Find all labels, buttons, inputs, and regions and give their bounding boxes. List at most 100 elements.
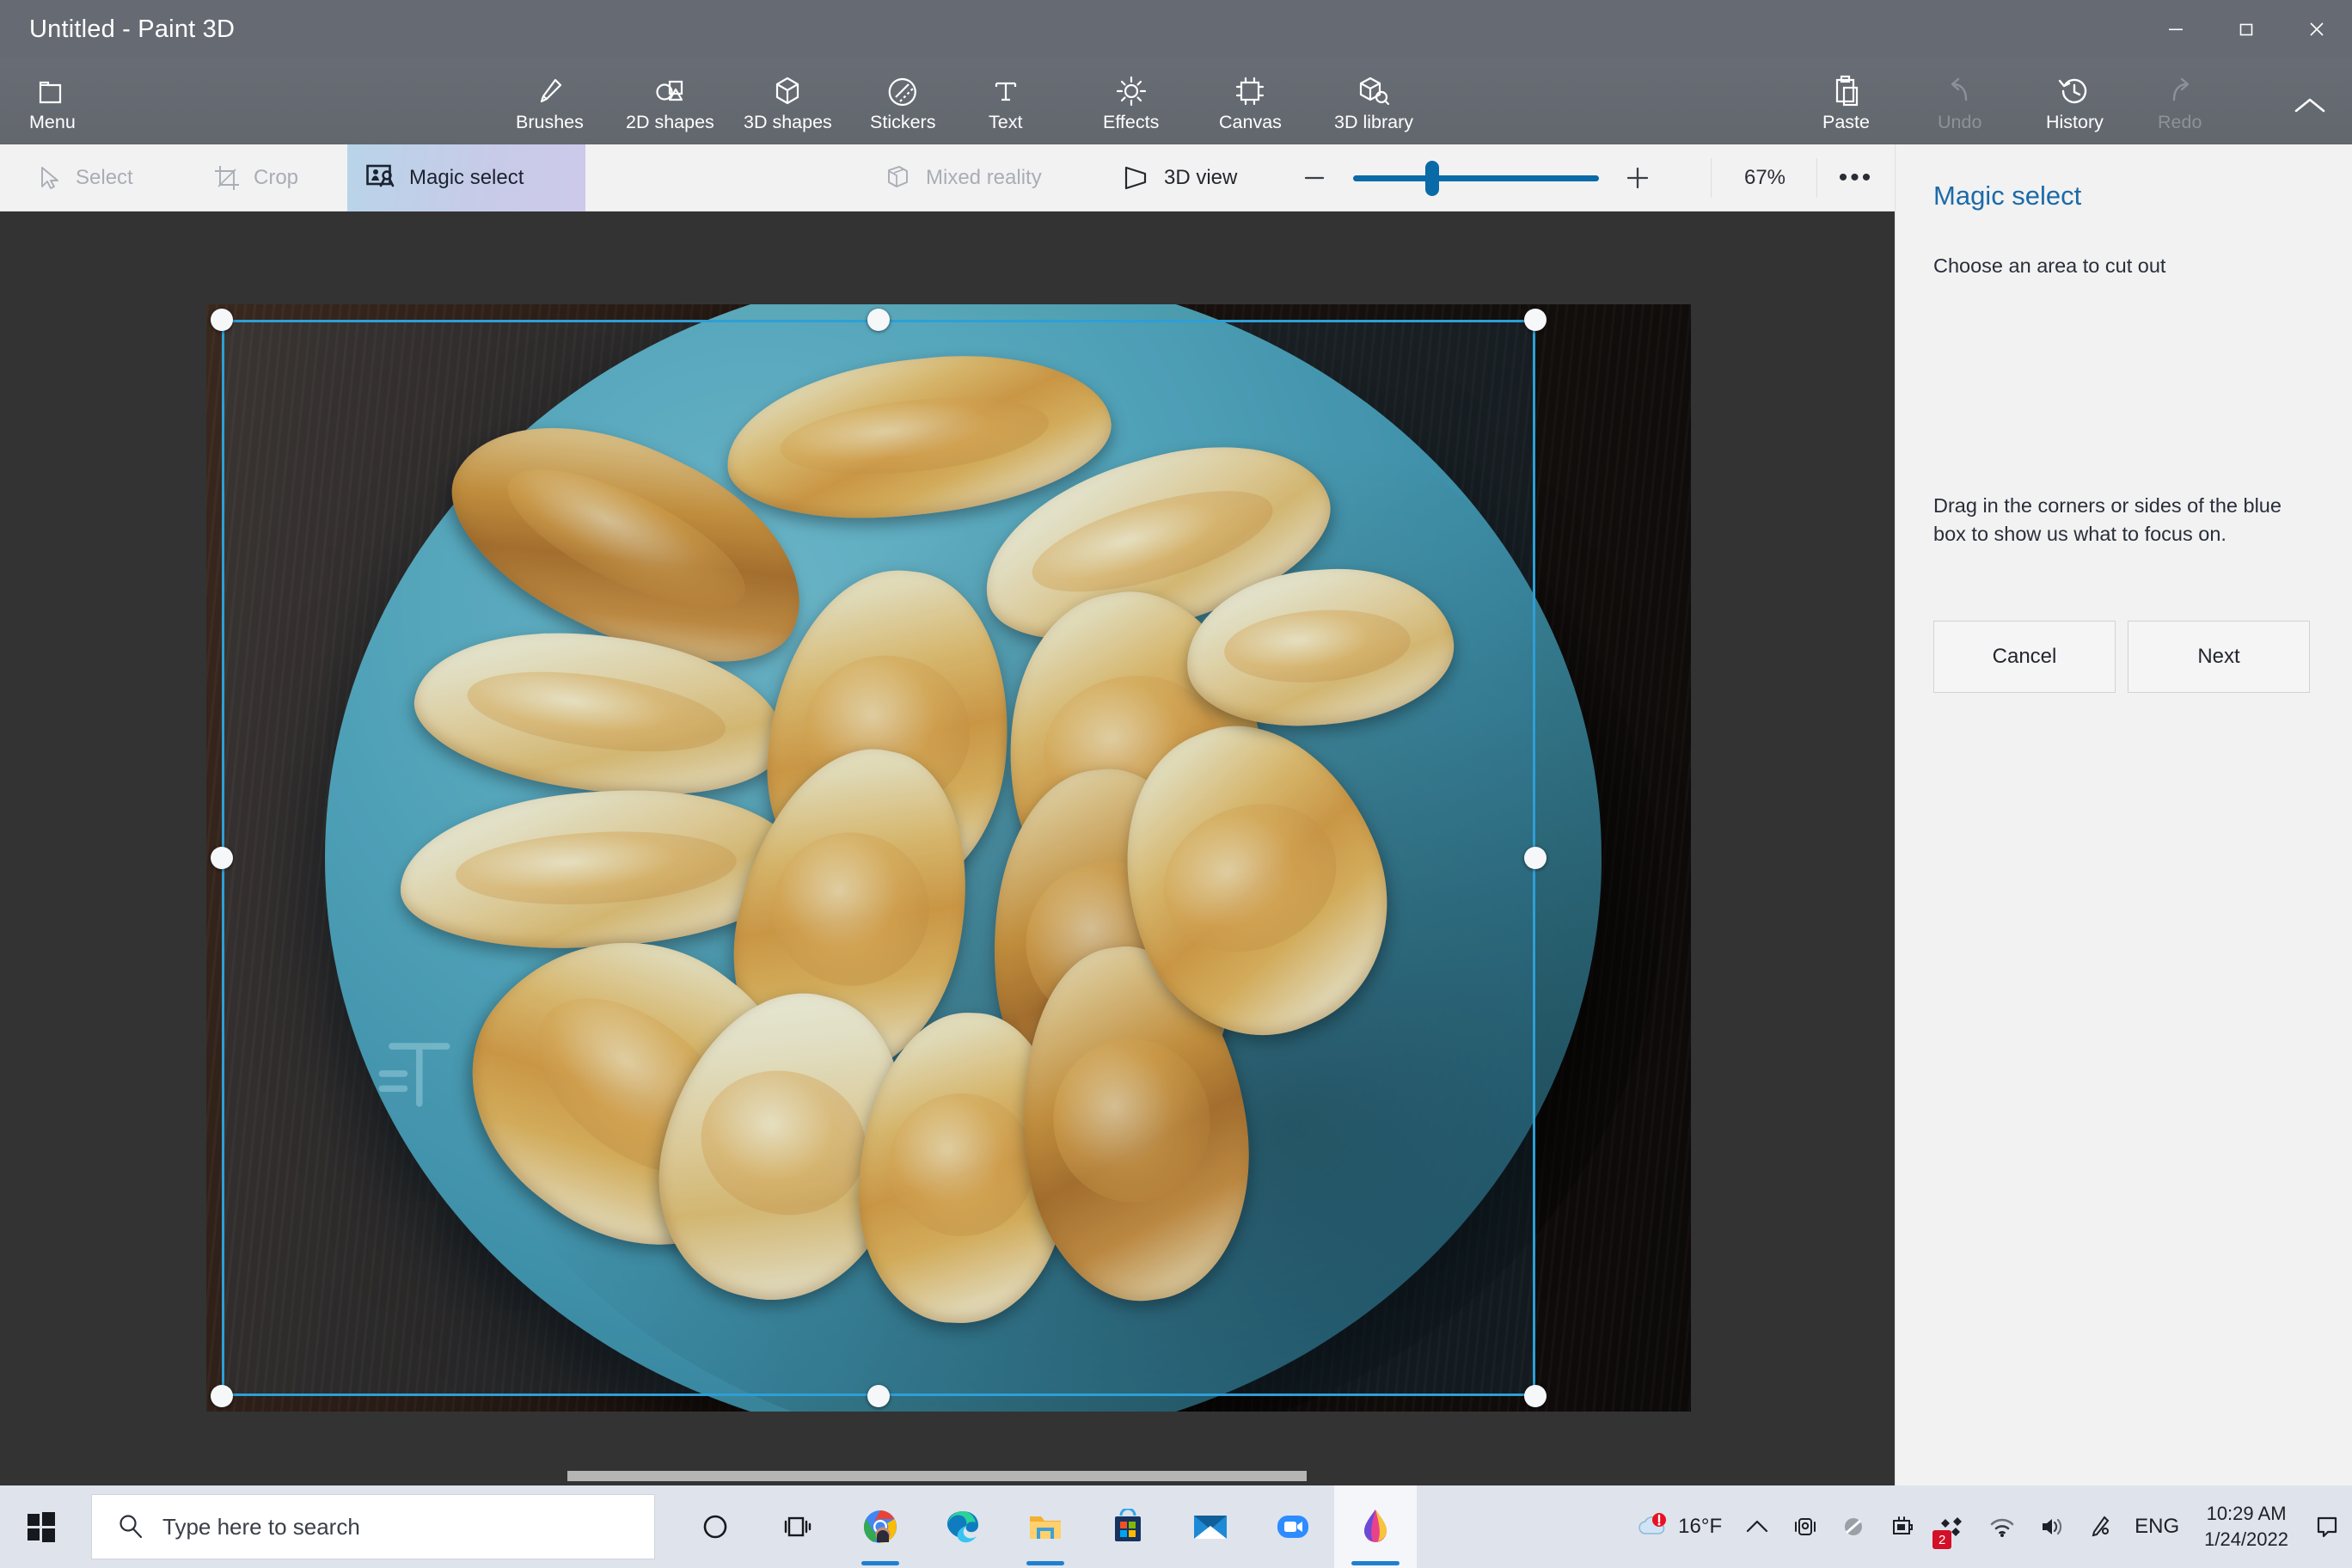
ribbon-label-3d-library: 3D library [1334,112,1413,133]
onedrive-badge: 2 [1932,1530,1951,1549]
microsoft-store-icon[interactable] [1087,1485,1169,1568]
handle-top-center[interactable] [867,309,890,331]
text-icon [989,72,1022,110]
ribbon-label-3d-shapes: 3D shapes [744,112,832,133]
zoom-slider[interactable] [1353,175,1599,181]
zoom-percentage[interactable]: 67% [1713,144,1816,211]
close-button[interactable] [2282,0,2352,58]
crop-tool-button: Crop [193,144,317,211]
handle-bottom-center[interactable] [867,1385,890,1407]
start-button[interactable] [0,1485,83,1568]
redo-icon [2162,72,2198,110]
crop-tool-label: Crop [254,166,298,190]
ribbon-label-effects: Effects [1103,112,1159,133]
ribbon-item-undo: Undo [1929,65,1990,139]
ribbon-label-history: History [2046,112,2104,133]
zoom-out-button[interactable] [1289,144,1339,211]
paint3d-window: Untitled - Paint 3D [0,0,2352,1568]
history-icon [2056,72,2092,110]
ribbon-label-paste: Paste [1822,112,1870,133]
language-indicator[interactable]: ENG [2123,1485,2190,1568]
ribbon-label-2d-shapes: 2D shapes [626,112,714,133]
paste-icon [1829,72,1862,110]
ribbon-item-paste[interactable]: Paste [1814,65,1878,139]
horizontal-scrollbar-thumb[interactable] [567,1471,1307,1481]
ribbon-item-3d-library[interactable]: 3D library [1326,65,1422,139]
show-hidden-icons-button[interactable] [1733,1485,1781,1568]
zoom-icon[interactable] [1252,1485,1334,1568]
cortana-icon[interactable] [674,1485,756,1568]
clock[interactable]: 10:29 AM 1/24/2022 [2190,1485,2302,1568]
ribbon-item-history[interactable]: History [2037,65,2112,139]
magic-select-tool-label: Magic select [409,166,524,190]
canvas-area[interactable] [0,211,1895,1485]
handle-bottom-left[interactable] [211,1385,233,1407]
view-3d-button[interactable]: 3D view [1100,144,1256,211]
select-tool-label: Select [76,166,133,190]
mute-tray-icon[interactable] [1829,1485,1877,1568]
notification-center-button[interactable] [2302,1485,2352,1568]
clock-date: 1/24/2022 [2204,1527,2288,1553]
panel-hint-text: Drag in the corners or sides of the blue… [1933,492,2315,549]
magic-select-tool-button[interactable]: Magic select [347,144,585,211]
more-options-button[interactable]: ••• [1817,144,1895,211]
magic-select-icon [366,164,397,192]
cloud-alert-icon [1635,1510,1669,1543]
ribbon-item-redo: Redo [2149,65,2210,139]
ribbon-item-effects[interactable]: Effects [1094,65,1167,139]
select-tool-button: Select [15,144,152,211]
handle-bottom-right[interactable] [1524,1385,1547,1407]
taskbar-search-box[interactable]: Type here to search [91,1494,655,1559]
horizontal-scrollbar[interactable] [0,1467,1895,1485]
toolbar-divider-1 [1711,158,1712,198]
handle-middle-left[interactable] [211,847,233,869]
mixed-reality-icon [883,164,914,192]
minus-icon [1300,163,1329,193]
plus-icon [1623,163,1652,193]
window-title: Untitled - Paint 3D [29,15,235,44]
ribbon-item-canvas[interactable]: Canvas [1210,65,1290,139]
pen-tray-icon[interactable] [2077,1485,2123,1568]
maximize-button[interactable] [2211,0,2282,58]
volume-tray-icon[interactable] [2027,1485,2077,1568]
wifi-tray-icon[interactable] [1977,1485,2027,1568]
battery-plug-tray-icon[interactable] [1877,1485,1927,1568]
magic-select-bounding-box[interactable] [222,320,1535,1396]
cancel-button[interactable]: Cancel [1933,621,2116,693]
onedrive-tray-icon[interactable]: 2 [1927,1485,1977,1568]
ribbon-item-2d-shapes[interactable]: 2D shapes [617,65,723,139]
ribbon-item-text[interactable]: Text [980,65,1031,139]
task-view-icon[interactable] [756,1485,839,1568]
ribbon-item-stickers[interactable]: Stickers [861,65,944,139]
ribbon-item-menu[interactable]: Menu [21,65,84,139]
undo-icon [1942,72,1978,110]
minimize-button[interactable] [2141,0,2211,58]
paint3d-icon[interactable] [1334,1485,1417,1568]
effects-icon [1113,72,1149,110]
handle-middle-right[interactable] [1524,847,1547,869]
ribbon-label-canvas: Canvas [1219,112,1282,133]
crop-icon [212,163,242,193]
handle-top-right[interactable] [1524,309,1547,331]
zoom-in-button[interactable] [1613,144,1663,211]
weather-temperature: 16°F [1678,1515,1722,1539]
title-bar: Untitled - Paint 3D [0,0,2352,58]
mixed-reality-button: Mixed reality [864,144,1061,211]
chrome-icon[interactable] [839,1485,922,1568]
weather-widget[interactable]: 16°F [1624,1485,1733,1568]
ribbon-item-brushes[interactable]: Brushes [507,65,592,139]
ribbon-item-3d-shapes[interactable]: 3D shapes [735,65,841,139]
webcam-tray-icon[interactable] [1781,1485,1829,1568]
edge-icon[interactable] [922,1485,1004,1568]
next-button[interactable]: Next [2128,621,2310,693]
zoom-slider-thumb[interactable] [1425,161,1439,196]
collapse-ribbon-button[interactable] [2280,83,2340,129]
file-explorer-icon[interactable] [1004,1485,1087,1568]
ribbon-label-stickers: Stickers [870,112,935,133]
taskbar: Type here to search [0,1485,2352,1568]
paintbrush-icon [532,72,567,110]
handle-top-left[interactable] [211,309,233,331]
panel-subtitle: Choose an area to cut out [1933,254,2314,278]
ribbon-label-undo: Undo [1938,112,1981,133]
mail-icon[interactable] [1169,1485,1252,1568]
